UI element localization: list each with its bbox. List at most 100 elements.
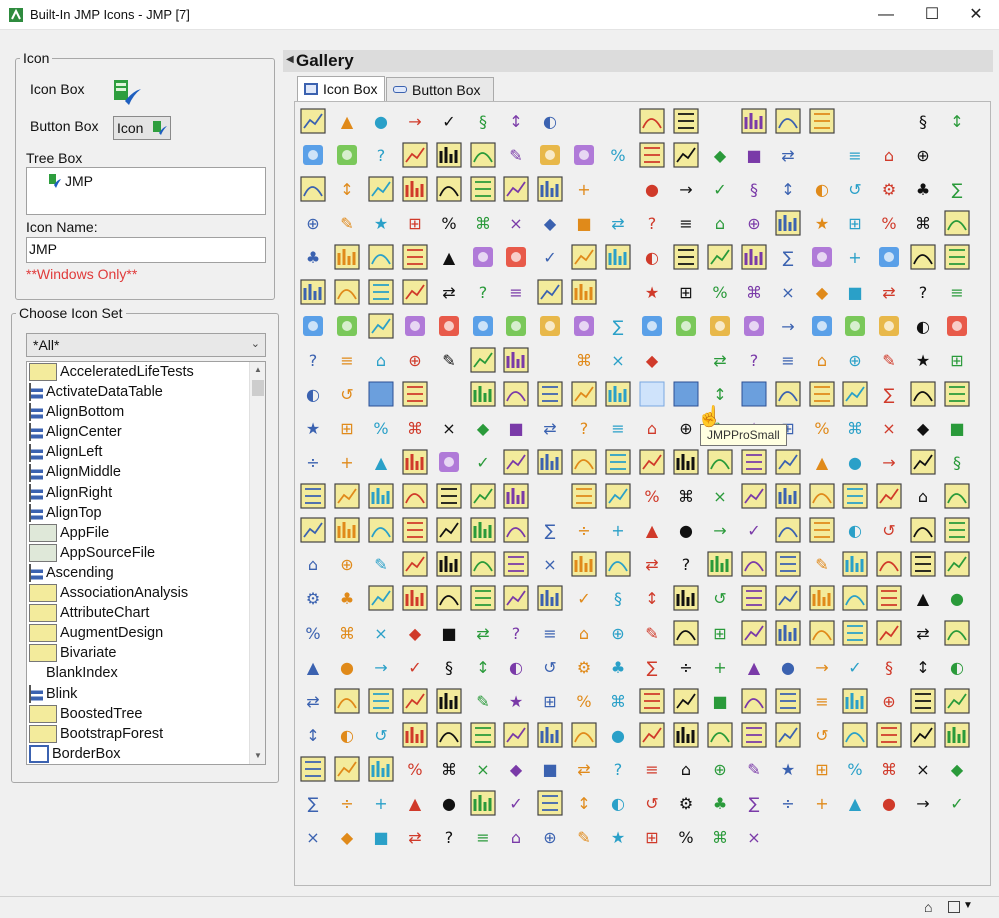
minimize-button[interactable]: — bbox=[863, 0, 909, 30]
gallery-icon-cell[interactable] bbox=[705, 720, 735, 750]
gallery-icon-cell[interactable] bbox=[773, 208, 803, 238]
gallery-icon-cell[interactable]: ⚙ bbox=[569, 652, 599, 682]
gallery-icon-cell[interactable] bbox=[773, 481, 803, 511]
gallery-icon-cell[interactable]: ⌂ bbox=[501, 822, 531, 852]
gallery-icon-cell[interactable]: ∑ bbox=[942, 174, 972, 204]
gallery-icon-cell[interactable]: ■ bbox=[705, 686, 735, 716]
maximize-button[interactable]: ☐ bbox=[909, 0, 955, 30]
gallery-icon-cell[interactable]: ∑ bbox=[637, 652, 667, 682]
gallery-icon-cell[interactable]: ⌘ bbox=[434, 754, 464, 784]
gallery-icon-cell[interactable]: ≡ bbox=[942, 277, 972, 307]
gallery-icon-cell[interactable]: ✓ bbox=[501, 788, 531, 818]
gallery-icon-cell[interactable]: ≡ bbox=[535, 618, 565, 648]
gallery-icon-cell[interactable]: ✓ bbox=[468, 447, 498, 477]
gallery-icon-cell[interactable] bbox=[501, 549, 531, 579]
gallery-icon-cell[interactable] bbox=[400, 549, 430, 579]
gallery-icon-cell[interactable] bbox=[773, 720, 803, 750]
gallery-icon-cell[interactable]: ■ bbox=[942, 413, 972, 443]
list-item[interactable]: AcceleratedLifeTests bbox=[27, 362, 265, 382]
gallery-icon-cell[interactable]: ≡ bbox=[332, 345, 362, 375]
list-item[interactable]: AlignMiddle bbox=[27, 462, 265, 482]
gallery-icon-cell[interactable] bbox=[468, 242, 498, 272]
gallery-icon-cell[interactable]: × bbox=[366, 618, 396, 648]
gallery-icon-cell[interactable]: ■ bbox=[366, 822, 396, 852]
gallery-icon-cell[interactable] bbox=[773, 583, 803, 613]
gallery-icon-cell[interactable] bbox=[773, 686, 803, 716]
chevron-down-icon[interactable]: ▼ bbox=[963, 900, 973, 911]
gallery-icon-cell[interactable]: ✎ bbox=[637, 618, 667, 648]
gallery-icon-cell[interactable]: ★ bbox=[908, 345, 938, 375]
gallery-icon-cell[interactable]: ⊞ bbox=[671, 277, 701, 307]
gallery-icon-cell[interactable]: ? bbox=[908, 277, 938, 307]
gallery-icon-cell[interactable]: ⊕ bbox=[908, 140, 938, 170]
gallery-icon-cell[interactable]: ≡ bbox=[637, 754, 667, 784]
gallery-icon-cell[interactable]: ⚙ bbox=[671, 788, 701, 818]
gallery-icon-cell[interactable]: ⇄ bbox=[400, 822, 430, 852]
list-item[interactable]: AlignLeft bbox=[27, 442, 265, 462]
gallery-icon-cell[interactable] bbox=[569, 720, 599, 750]
gallery-icon-cell[interactable]: × bbox=[705, 481, 735, 511]
gallery-icon-cell[interactable] bbox=[366, 754, 396, 784]
gallery-icon-cell[interactable] bbox=[874, 583, 904, 613]
list-item[interactable]: BoostedTree bbox=[27, 704, 265, 724]
icon-set-select[interactable]: *All* ⌄ bbox=[26, 333, 266, 357]
gallery-icon-cell[interactable]: ↺ bbox=[840, 174, 870, 204]
gallery-icon-cell[interactable] bbox=[400, 174, 430, 204]
icon-name-field[interactable]: JMP bbox=[26, 237, 266, 263]
gallery-icon-cell[interactable]: ↕ bbox=[332, 174, 362, 204]
gallery-icon-cell[interactable] bbox=[468, 549, 498, 579]
gallery-icon-cell[interactable]: § bbox=[468, 106, 498, 136]
gallery-icon-cell[interactable] bbox=[501, 481, 531, 511]
gallery-icon-cell[interactable] bbox=[773, 549, 803, 579]
gallery-icon-cell[interactable]: ◆ bbox=[637, 345, 667, 375]
gallery-icon-cell[interactable]: ≡ bbox=[671, 208, 701, 238]
gallery-icon-cell[interactable] bbox=[569, 549, 599, 579]
gallery-icon-cell[interactable]: → bbox=[366, 652, 396, 682]
gallery-icon-cell[interactable] bbox=[501, 583, 531, 613]
gallery-icon-cell[interactable]: ▲ bbox=[434, 242, 464, 272]
gallery-icon-cell[interactable] bbox=[501, 447, 531, 477]
gallery-icon-cell[interactable]: % bbox=[671, 822, 701, 852]
gallery-icon-cell[interactable]: ⇄ bbox=[908, 618, 938, 648]
gallery-icon-cell[interactable] bbox=[942, 720, 972, 750]
gallery-icon-cell[interactable] bbox=[773, 618, 803, 648]
gallery-icon-cell[interactable]: → bbox=[400, 106, 430, 136]
gallery-icon-cell[interactable]: % bbox=[400, 754, 430, 784]
list-item[interactable]: AlignCenter bbox=[27, 422, 265, 442]
gallery-icon-cell[interactable]: ⇄ bbox=[569, 754, 599, 784]
gallery-icon-cell[interactable] bbox=[942, 379, 972, 409]
gallery-icon-cell[interactable]: ⊞ bbox=[332, 413, 362, 443]
gallery-icon-cell[interactable]: % bbox=[637, 481, 667, 511]
gallery-icon-cell[interactable]: ★ bbox=[773, 754, 803, 784]
gallery-icon-cell[interactable]: × bbox=[434, 413, 464, 443]
gallery-icon-cell[interactable]: ▲ bbox=[332, 106, 362, 136]
gallery-icon-cell[interactable]: ≡ bbox=[840, 140, 870, 170]
gallery-icon-cell[interactable] bbox=[807, 242, 837, 272]
gallery-icon-cell[interactable] bbox=[840, 618, 870, 648]
tree-box[interactable]: JMP bbox=[26, 167, 266, 215]
gallery-icon-cell[interactable] bbox=[366, 379, 396, 409]
gallery-icon-cell[interactable]: ◆ bbox=[908, 413, 938, 443]
list-item[interactable]: AlignRight bbox=[27, 483, 265, 503]
gallery-icon-cell[interactable] bbox=[874, 481, 904, 511]
gallery-icon-cell[interactable]: ◐ bbox=[908, 311, 938, 341]
gallery-icon-cell[interactable] bbox=[468, 788, 498, 818]
gallery-icon-cell[interactable]: ✓ bbox=[569, 583, 599, 613]
gallery-icon-cell[interactable]: ★ bbox=[501, 686, 531, 716]
gallery-icon-cell[interactable]: ⌘ bbox=[468, 208, 498, 238]
gallery-icon-cell[interactable] bbox=[298, 106, 328, 136]
gallery-icon-cell[interactable]: ⇄ bbox=[874, 277, 904, 307]
gallery-icon-cell[interactable] bbox=[400, 447, 430, 477]
gallery-icon-cell[interactable]: ≡ bbox=[807, 686, 837, 716]
gallery-icon-cell[interactable]: ⊞ bbox=[840, 208, 870, 238]
gallery-icon-cell[interactable]: ÷ bbox=[569, 515, 599, 545]
gallery-icon-cell[interactable]: ✓ bbox=[705, 174, 735, 204]
gallery-icon-cell[interactable] bbox=[942, 686, 972, 716]
gallery-icon-cell[interactable] bbox=[434, 481, 464, 511]
gallery-icon-cell[interactable]: ⊞ bbox=[637, 822, 667, 852]
gallery-icon-cell[interactable] bbox=[840, 379, 870, 409]
gallery-icon-cell[interactable]: ★ bbox=[298, 413, 328, 443]
gallery-icon-cell[interactable] bbox=[501, 174, 531, 204]
gallery-icon-cell[interactable]: ▲ bbox=[739, 652, 769, 682]
gallery-icon-cell[interactable] bbox=[535, 720, 565, 750]
